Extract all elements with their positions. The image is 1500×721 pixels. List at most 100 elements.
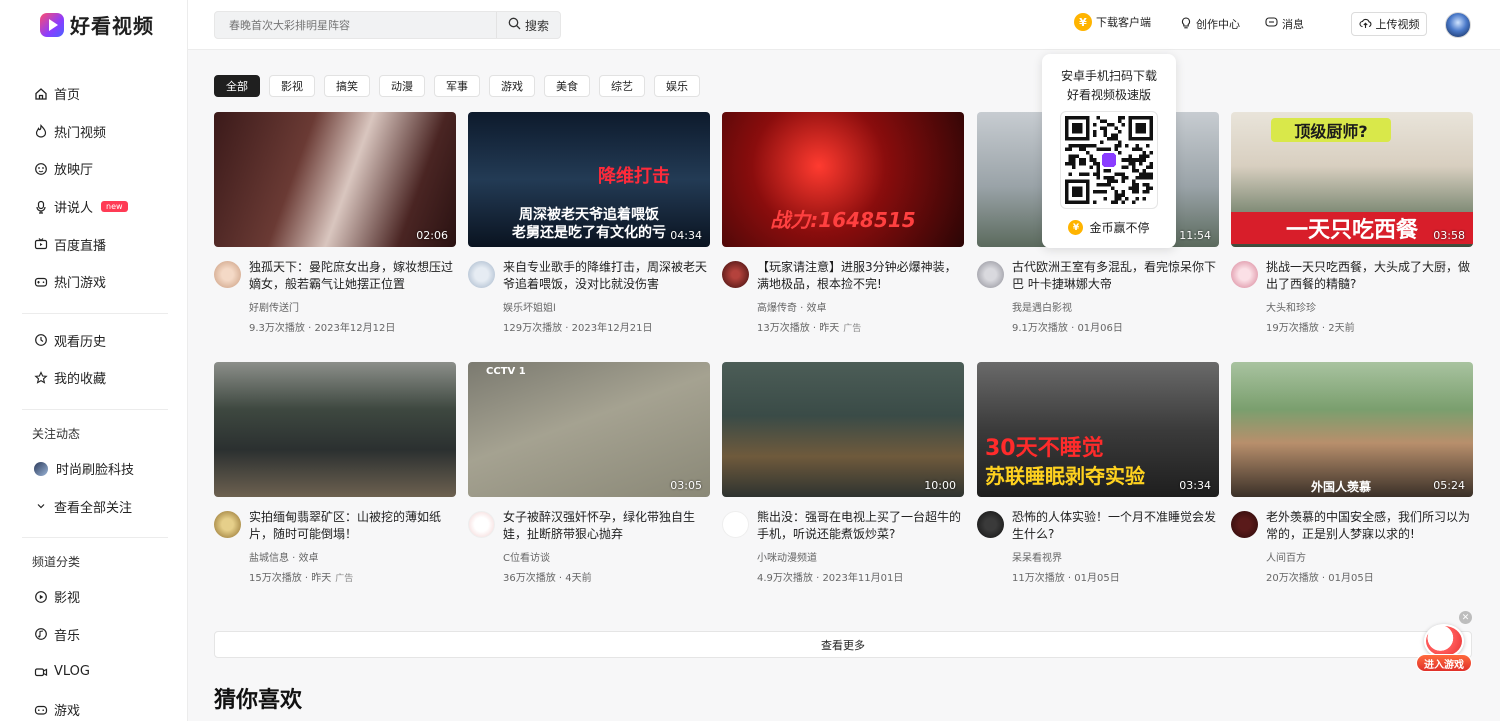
upload-video-button[interactable]: 上传视频 bbox=[1351, 12, 1427, 36]
video-author[interactable]: 我是遇白影视 bbox=[1012, 299, 1219, 314]
video-duration: 05:24 bbox=[1433, 479, 1465, 492]
channel-avatar[interactable] bbox=[977, 511, 1004, 538]
creator-center-link[interactable]: 创作中心 bbox=[1180, 16, 1240, 32]
user-avatar[interactable] bbox=[1445, 12, 1471, 38]
video-author[interactable]: 大头和珍珍 bbox=[1266, 299, 1473, 314]
video-author[interactable]: 呆呆看视界 bbox=[1012, 549, 1219, 564]
video-title[interactable]: 熊出没：强哥在电视上买了一台超牛的手机，听说还能煮饭炒菜? bbox=[757, 509, 964, 543]
video-card[interactable]: 30天不睡觉 苏联睡眠剥夺实验 03:34 恐怖的人体实验！一个月不准睡觉会发生… bbox=[977, 362, 1219, 584]
video-author[interactable]: C位看访谈 bbox=[503, 549, 710, 564]
enter-game-badge[interactable]: 进入游戏 bbox=[1416, 624, 1472, 674]
gamepad-icon bbox=[34, 275, 48, 289]
sidebar-item-music[interactable]: 音乐 bbox=[22, 616, 168, 654]
video-author[interactable]: 好剧传送门 bbox=[249, 299, 456, 314]
sidebar-item-view-all-follows[interactable]: 查看全部关注 bbox=[22, 487, 168, 525]
video-author[interactable]: 高爆传奇 · 效卓 bbox=[757, 299, 964, 314]
video-thumbnail[interactable]: 30天不睡觉 苏联睡眠剥夺实验 03:34 bbox=[977, 362, 1219, 497]
sidebar-item-games[interactable]: 游戏 bbox=[22, 691, 168, 721]
sidebar-item-label: 讲说人 bbox=[54, 201, 94, 217]
video-card[interactable]: 战力:1648515 【玩家请注意】进服3分钟必爆神装，满地极品，根本捡不完! … bbox=[722, 112, 964, 334]
sidebar-item-history[interactable]: 观看历史 bbox=[22, 322, 168, 360]
tab-food[interactable]: 美食 bbox=[544, 75, 590, 97]
video-title[interactable]: 【玩家请注意】进服3分钟必爆神装，满地极品，根本捡不完! bbox=[757, 259, 964, 293]
sidebar-item-film[interactable]: 影视 bbox=[22, 578, 168, 616]
video-title[interactable]: 来自专业歌手的降维打击，周深被老天爷追着喂饭，没对比就没伤害 bbox=[503, 259, 710, 293]
channel-avatar[interactable] bbox=[722, 261, 749, 288]
video-card[interactable]: 实拍缅甸翡翠矿区：山被挖的薄如纸片，随时可能倒塌！ 盐城信息 · 效卓 15万次… bbox=[214, 362, 456, 584]
channel-avatar[interactable] bbox=[468, 261, 495, 288]
video-thumbnail[interactable]: 战力:1648515 bbox=[722, 112, 964, 247]
video-card[interactable]: 02:06 独孤天下：曼陀庶女出身，嫁妆想压过嫡女，般若霸气让她摆正位置 好剧传… bbox=[214, 112, 456, 334]
logo[interactable]: 好看视频 bbox=[40, 10, 154, 39]
close-icon[interactable]: ✕ bbox=[1459, 611, 1472, 624]
tab-military[interactable]: 军事 bbox=[434, 75, 480, 97]
video-thumbnail[interactable]: CCTV 1 03:05 bbox=[468, 362, 710, 497]
sidebar-item-favorites[interactable]: 我的收藏 bbox=[22, 359, 168, 397]
video-title[interactable]: 实拍缅甸翡翠矿区：山被挖的薄如纸片，随时可能倒塌！ bbox=[249, 509, 456, 543]
channel-avatar[interactable] bbox=[1231, 511, 1258, 538]
sidebar-item-hot-videos[interactable]: 热门视频 bbox=[22, 113, 168, 151]
see-more-button[interactable]: 查看更多 bbox=[214, 631, 1472, 658]
video-card[interactable]: 外国人羡慕 05:24 老外羡慕的中国安全感，我们所习以为常的，正是别人梦寐以求… bbox=[1231, 362, 1473, 584]
logo-text: 好看视频 bbox=[70, 14, 154, 38]
video-title[interactable]: 独孤天下：曼陀庶女出身，嫁妆想压过嫡女，般若霸气让她摆正位置 bbox=[249, 259, 456, 293]
qr-popup-line1: 安卓手机扫码下载 bbox=[1060, 69, 1157, 83]
video-author[interactable]: 人间百方 bbox=[1266, 549, 1473, 564]
video-stats: 9.1万次播放 · 01月06日 bbox=[1012, 323, 1123, 334]
video-duration: 10:00 bbox=[924, 479, 956, 492]
sidebar-item-vlog[interactable]: VLOG bbox=[22, 653, 168, 691]
video-thumbnail[interactable]: 10:00 bbox=[722, 362, 964, 497]
messages-link[interactable]: 消息 bbox=[1265, 16, 1304, 32]
sidebar-item-theater[interactable]: 放映厅 bbox=[22, 150, 168, 188]
tab-variety[interactable]: 综艺 bbox=[599, 75, 645, 97]
video-card[interactable]: 顶级厨师? 一天只吃西餐 03:58 挑战一天只吃西餐，大头成了大厨，做出了西餐… bbox=[1231, 112, 1473, 334]
channel-avatar[interactable] bbox=[1231, 261, 1258, 288]
sidebar-item-label: 查看全部关注 bbox=[54, 500, 133, 516]
tab-funny[interactable]: 搞笑 bbox=[324, 75, 370, 97]
sidebar-item-followed-channel[interactable]: 时尚刷脸科技 bbox=[22, 450, 168, 488]
sidebar-item-label: 热门游戏 bbox=[54, 276, 107, 292]
follow-heading: 关注动态 bbox=[32, 427, 81, 442]
video-author[interactable]: 娱乐坏姐姐l bbox=[503, 299, 710, 314]
tab-all[interactable]: 全部 bbox=[214, 75, 260, 97]
video-author[interactable]: 盐城信息 · 效卓 bbox=[249, 549, 456, 564]
video-card[interactable]: 降维打击 周深被老天爷追着喂饭 老舅还是吃了有文化的亏 04:34 来自专业歌手… bbox=[468, 112, 710, 334]
channel-heading: 频道分类 bbox=[32, 555, 81, 570]
channel-avatar[interactable] bbox=[977, 261, 1004, 288]
video-thumbnail[interactable]: 02:06 bbox=[214, 112, 456, 247]
qr-download-popup: 安卓手机扫码下载 好看视频极速版 ¥ 金币赢不停 bbox=[1042, 54, 1176, 248]
search-input[interactable] bbox=[215, 12, 496, 38]
tab-games[interactable]: 游戏 bbox=[489, 75, 535, 97]
video-card[interactable]: 10:00 熊出没：强哥在电视上买了一台超牛的手机，听说还能煮饭炒菜? 小咪动漫… bbox=[722, 362, 964, 584]
video-thumbnail[interactable]: 外国人羡慕 05:24 bbox=[1231, 362, 1473, 497]
video-author[interactable]: 小咪动漫频道 bbox=[757, 549, 964, 564]
video-title[interactable]: 老外羡慕的中国安全感，我们所习以为常的，正是别人梦寐以求的! bbox=[1266, 509, 1473, 543]
tab-entertainment[interactable]: 娱乐 bbox=[654, 75, 700, 97]
tab-film[interactable]: 影视 bbox=[269, 75, 315, 97]
channel-avatar[interactable] bbox=[214, 261, 241, 288]
music-icon bbox=[34, 627, 48, 641]
video-thumbnail[interactable] bbox=[214, 362, 456, 497]
video-thumbnail[interactable]: 降维打击 周深被老天爷追着喂饭 老舅还是吃了有文化的亏 04:34 bbox=[468, 112, 710, 247]
home-icon bbox=[34, 87, 48, 101]
video-title[interactable]: 恐怖的人体实验！一个月不准睡觉会发生什么? bbox=[1012, 509, 1219, 543]
search-button[interactable]: 搜索 bbox=[496, 12, 560, 38]
download-client-link[interactable]: ¥ 下载客户端 bbox=[1074, 13, 1151, 31]
video-title[interactable]: 挑战一天只吃西餐，大头成了大厨，做出了西餐的精髓? bbox=[1266, 259, 1473, 293]
section-title: 猜你喜欢 bbox=[214, 688, 303, 713]
sidebar-item-live[interactable]: 百度直播 bbox=[22, 225, 168, 263]
sidebar-item-hot-games[interactable]: 热门游戏 bbox=[22, 263, 168, 301]
video-thumbnail[interactable]: 顶级厨师? 一天只吃西餐 03:58 bbox=[1231, 112, 1473, 247]
video-card[interactable]: CCTV 1 03:05 女子被醉汉强奸怀孕，绿化带独自生娃，扯断脐带狠心抛弃 … bbox=[468, 362, 710, 584]
channel-avatar[interactable] bbox=[722, 511, 749, 538]
video-title[interactable]: 古代欧洲王室有多混乱，看完惊呆你下巴 叶卡捷琳娜大帝 bbox=[1012, 259, 1219, 293]
sidebar-item-home[interactable]: 首页 bbox=[22, 75, 168, 113]
messages-label: 消息 bbox=[1282, 18, 1304, 31]
channel-avatar[interactable] bbox=[214, 511, 241, 538]
channel-avatar[interactable] bbox=[468, 511, 495, 538]
sidebar-item-speaker[interactable]: 讲说人 new bbox=[22, 188, 168, 226]
star-icon bbox=[34, 371, 48, 385]
qr-coin-text: 金币赢不停 bbox=[1089, 221, 1150, 235]
tab-anime[interactable]: 动漫 bbox=[379, 75, 425, 97]
video-title[interactable]: 女子被醉汉强奸怀孕，绿化带独自生娃，扯断脐带狠心抛弃 bbox=[503, 509, 710, 543]
